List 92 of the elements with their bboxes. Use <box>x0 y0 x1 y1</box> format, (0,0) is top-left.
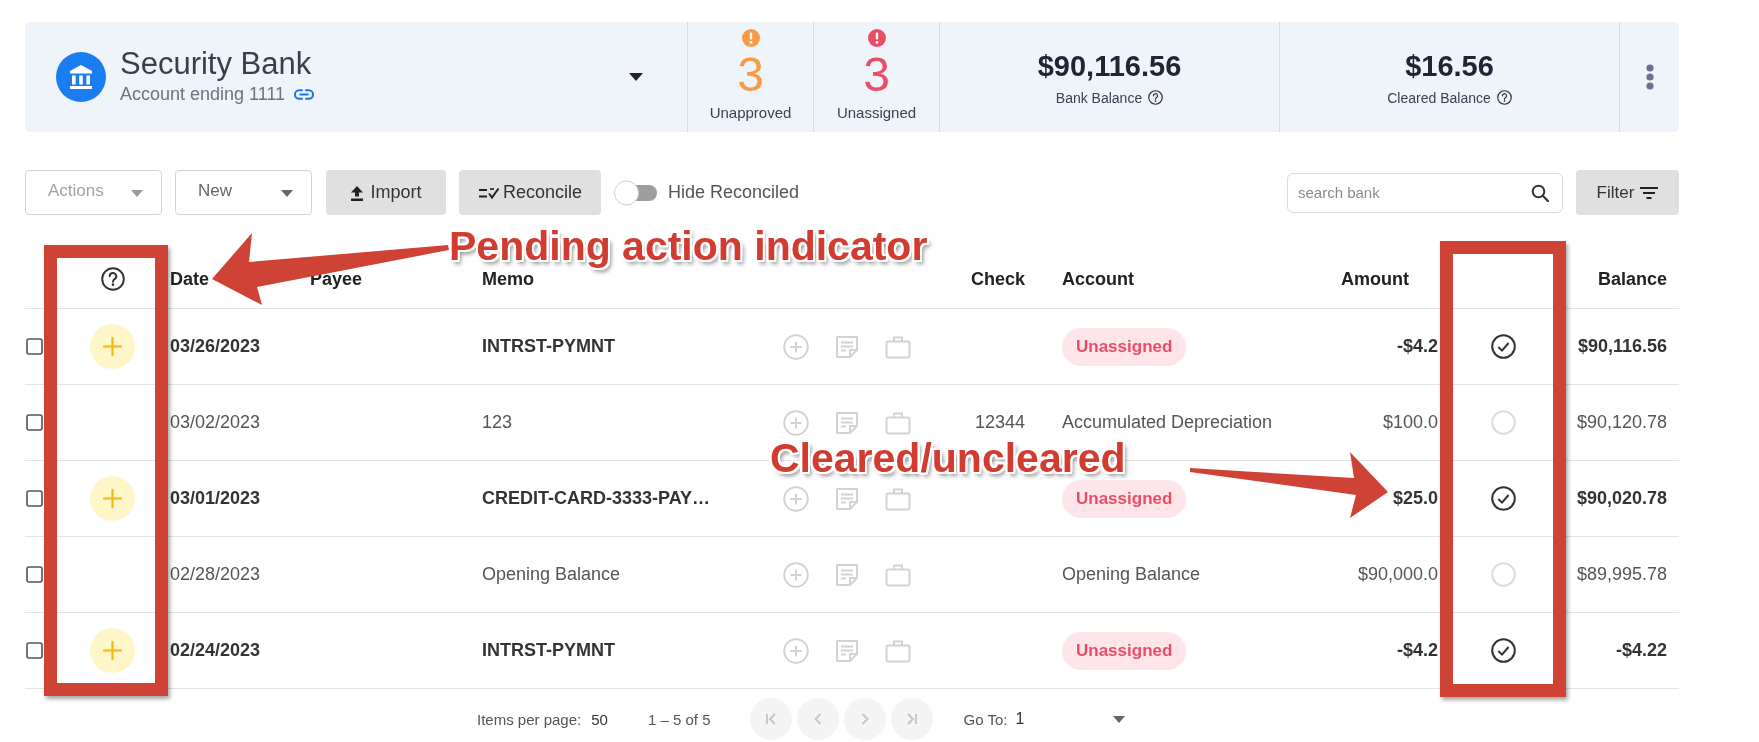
column-header: Account <box>1062 268 1134 290</box>
check-number: 12344 <box>974 412 1025 433</box>
note-icon[interactable] <box>834 637 860 664</box>
annotation-label: Pending action indicator <box>449 226 928 267</box>
upload-icon <box>350 184 365 201</box>
help-icon[interactable] <box>1148 90 1164 105</box>
caret-icon[interactable] <box>629 73 643 81</box>
pending-plus-icon[interactable] <box>90 628 135 673</box>
balance-label: Cleared Balance <box>1387 88 1491 107</box>
transaction-date: 02/24/2023 <box>170 640 261 661</box>
note-icon[interactable] <box>834 561 860 588</box>
add-circle-icon[interactable] <box>783 485 809 512</box>
running-balance: $90,120.78 <box>1576 412 1667 433</box>
running-balance: $90,116.56 <box>1577 336 1667 357</box>
note-icon[interactable] <box>834 409 860 436</box>
row-checkbox[interactable] <box>26 490 43 507</box>
filter-button[interactable]: Filter <box>1576 170 1679 215</box>
goto-select[interactable]: 1 <box>1015 710 1126 728</box>
transaction-date: 02/28/2023 <box>170 564 261 585</box>
link-icon[interactable] <box>294 88 315 100</box>
note-icon[interactable] <box>834 485 860 512</box>
note-icon[interactable] <box>834 333 860 360</box>
account-text: Opening Balance <box>1062 564 1201 585</box>
balance-label: Bank Balance <box>1055 88 1143 107</box>
dropdown-button[interactable]: New <box>175 170 312 215</box>
empty-circle-icon[interactable] <box>1490 410 1516 435</box>
bank-icon <box>56 52 106 102</box>
filter-icon <box>1640 186 1659 199</box>
running-balance: $90,020.78 <box>1576 488 1667 509</box>
list-check-icon <box>477 185 500 200</box>
running-balance: $89,995.78 <box>1576 564 1667 585</box>
caret-icon <box>131 189 143 197</box>
row-checkbox[interactable] <box>26 642 43 659</box>
annotation-label: Cleared/uncleared <box>770 437 1126 479</box>
pending-plus-icon[interactable] <box>90 324 135 369</box>
check-circle-icon[interactable] <box>1490 334 1516 359</box>
amount-value: $100.0 <box>1382 412 1438 433</box>
search-field[interactable]: search bank <box>1287 172 1563 213</box>
running-balance: -$4.22 <box>1615 640 1667 661</box>
memo-text: INTRST-PYMNT <box>482 640 615 661</box>
amount-value: -$4.2 <box>1396 336 1438 357</box>
add-circle-icon[interactable] <box>783 409 809 436</box>
help-icon[interactable] <box>100 267 125 291</box>
add-circle-icon[interactable] <box>783 561 809 588</box>
toggle-label: Hide Reconciled <box>668 182 800 203</box>
memo-text: INTRST-PYMNT <box>482 336 615 357</box>
search-icon[interactable] <box>1531 183 1549 202</box>
balance-amount: $16.56 <box>1405 48 1494 84</box>
amount-value: $90,000.0 <box>1357 564 1438 585</box>
amount-value: -$4.2 <box>1396 640 1438 661</box>
amount-value: $25.0 <box>1392 488 1438 509</box>
memo-text: CREDIT-CARD-3333-PAY… <box>482 488 711 509</box>
row-checkbox[interactable] <box>26 338 43 355</box>
column-header: Balance <box>1597 268 1667 290</box>
items-per-page-select[interactable]: 50 <box>591 710 608 728</box>
empty-circle-icon[interactable] <box>1490 562 1516 587</box>
count-label: Unapproved <box>709 104 792 122</box>
toggle-switch[interactable] <box>614 179 658 206</box>
count-value: 3 <box>737 49 764 101</box>
more-icon[interactable] <box>1645 64 1654 90</box>
first-page-icon <box>764 712 779 726</box>
column-header: Amount <box>1341 268 1409 290</box>
add-circle-icon[interactable] <box>783 637 809 664</box>
count-value: 3 <box>863 49 890 101</box>
row-checkbox[interactable] <box>26 566 43 583</box>
memo-text: Opening Balance <box>482 564 621 585</box>
column-header: Memo <box>482 268 534 290</box>
reconcile-button[interactable]: Reconcile <box>459 170 601 215</box>
last-page-icon <box>905 712 920 726</box>
import-button[interactable]: Import <box>326 170 446 215</box>
caret-icon <box>281 189 293 197</box>
page-range: 1 – 5 of 5 <box>647 710 711 728</box>
account-name: Security Bank <box>120 46 313 82</box>
column-header: Date <box>170 268 209 290</box>
account-subtitle: Account ending 1111 <box>120 83 286 106</box>
help-icon[interactable] <box>1496 90 1512 105</box>
goto-label: Go To: <box>963 710 1008 728</box>
column-header: Check <box>970 268 1025 290</box>
caret-icon <box>1113 715 1126 723</box>
pending-plus-icon[interactable] <box>90 476 135 521</box>
items-per-page-label: Items per page: <box>477 710 582 728</box>
check-circle-icon[interactable] <box>1490 486 1516 511</box>
count-label: Unassigned <box>836 104 917 122</box>
row-checkbox[interactable] <box>26 414 43 431</box>
transaction-date: 03/26/2023 <box>170 336 261 357</box>
check-circle-icon[interactable] <box>1490 638 1516 663</box>
transaction-date: 03/02/2023 <box>170 412 261 433</box>
transaction-date: 03/01/2023 <box>170 488 261 509</box>
memo-text: 123 <box>482 412 513 433</box>
account-text: Accumulated Depreciation <box>1062 412 1273 433</box>
add-circle-icon[interactable] <box>783 333 809 360</box>
balance-amount: $90,116.56 <box>1037 48 1182 84</box>
